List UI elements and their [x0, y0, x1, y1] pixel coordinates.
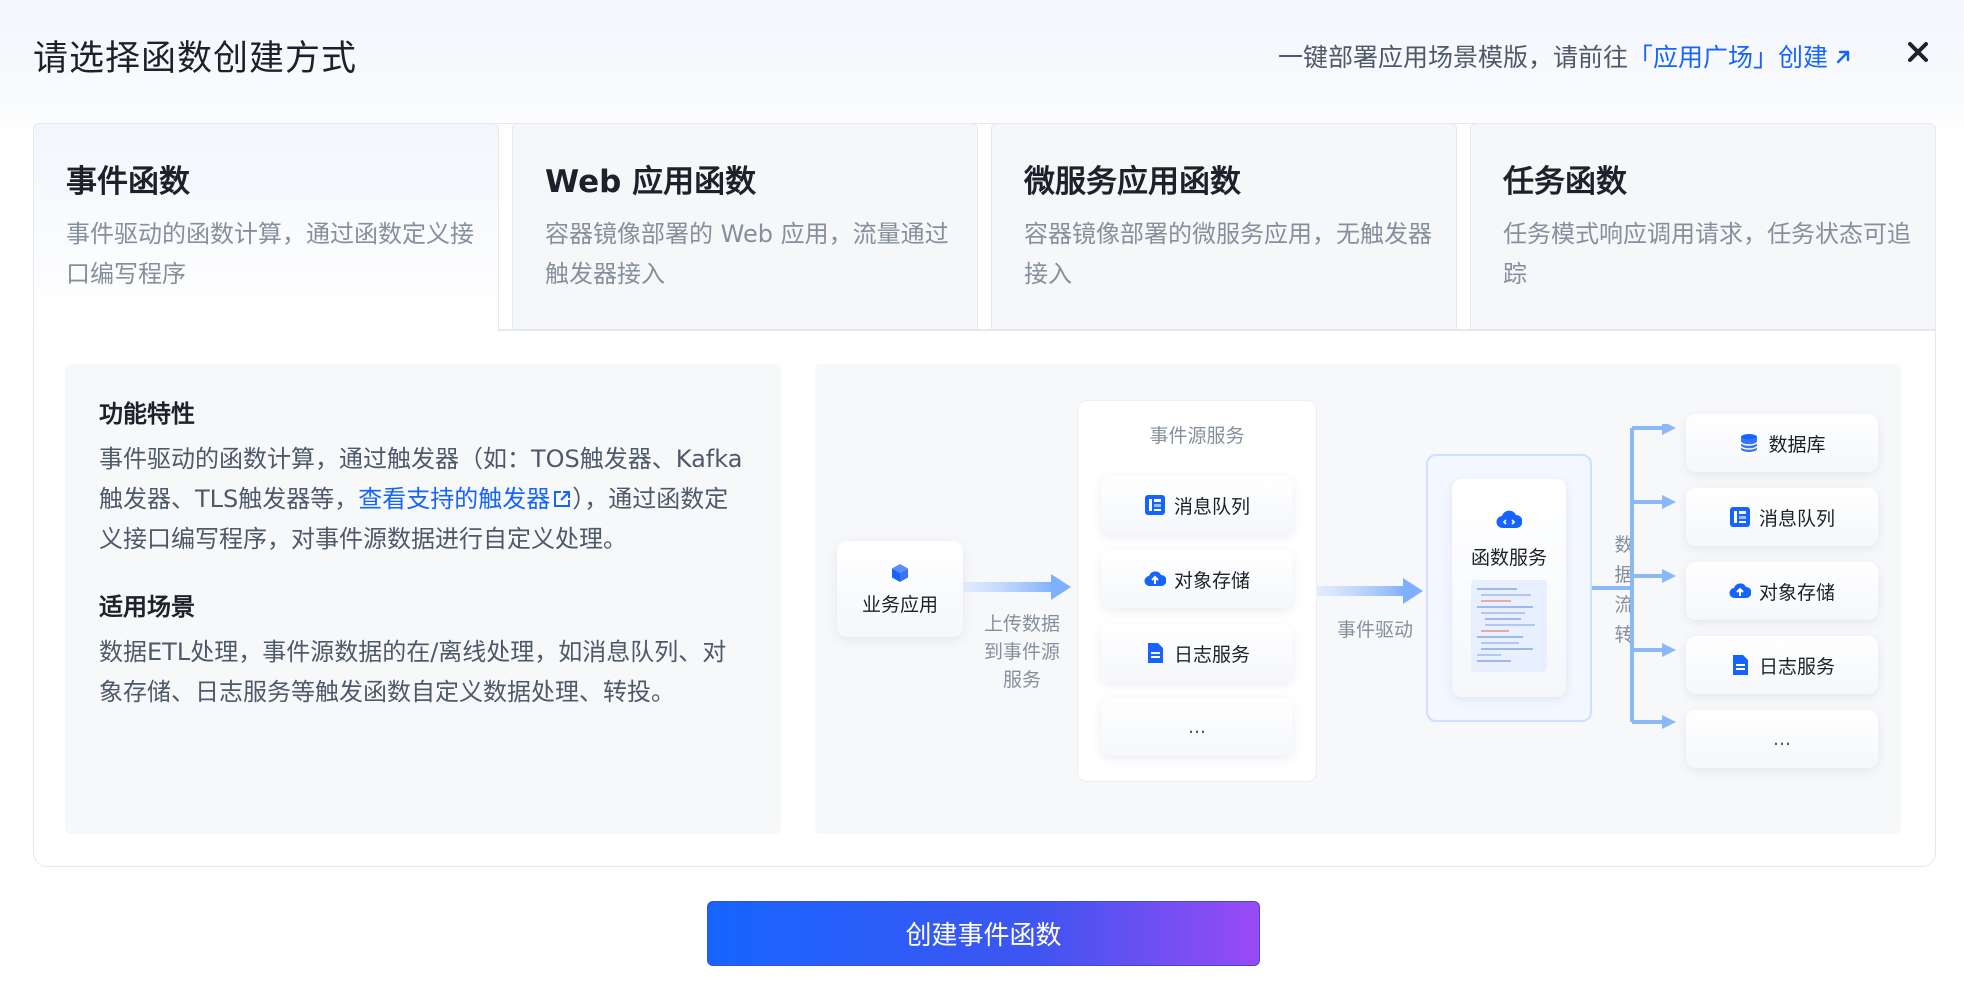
target-log-service: 日志服务 [1686, 636, 1878, 694]
tab-title: 微服务应用函数 [1024, 164, 1241, 200]
tab-title: Web 应用函数 [545, 164, 757, 200]
target-more: ... [1686, 710, 1878, 768]
scenarios-text: 数据ETL处理，事件源数据的在/离线处理，如消息队列、对象存储、日志服务等触发函… [99, 638, 727, 706]
create-event-function-button[interactable]: 创建事件函数 [707, 901, 1260, 966]
event-source-group-title: 事件源服务 [1149, 425, 1245, 447]
source-message-queue: 消息队列 [1101, 476, 1293, 534]
target-label: 对象存储 [1758, 581, 1835, 604]
tab-description: 容器镜像部署的微服务应用，无触发器接入 [1024, 220, 1432, 288]
code-preview-icon [1471, 580, 1547, 672]
source-log-service: 日志服务 [1101, 624, 1293, 682]
source-label: ... [1187, 716, 1207, 738]
target-database: 数据库 [1686, 414, 1878, 472]
target-label: 数据库 [1768, 433, 1826, 456]
tab-task-function[interactable]: 任务函数 任务模式响应调用请求，任务状态可追踪 [1470, 123, 1936, 330]
tab-description: 任务模式响应调用请求，任务状态可追踪 [1503, 220, 1911, 288]
source-object-storage: 对象存储 [1101, 550, 1293, 608]
database-icon [1740, 434, 1759, 452]
features-text: 事件驱动的函数计算，通过触发器（如：TOS触发器、Kafka触发器、TLS触发器… [99, 439, 747, 559]
cube-icon [892, 563, 908, 582]
business-app-label: 业务应用 [861, 593, 938, 616]
supported-triggers-link[interactable]: 查看支持的触发器 [358, 485, 572, 513]
cloud-upload-icon [1729, 583, 1751, 599]
function-service-node: 函数服务 [1452, 479, 1566, 697]
template-hint-text: 一键部署应用场景模版，请前往 [1277, 43, 1628, 72]
upload-label: 上传数据 到事件源 服务 [967, 610, 1077, 694]
tab-event-function[interactable]: 事件函数 事件驱动的函数计算，通过函数定义接口编写程序 [33, 123, 499, 332]
source-label: 消息队列 [1173, 495, 1250, 518]
tab-title: 任务函数 [1503, 164, 1627, 200]
tab-web-app-function[interactable]: Web 应用函数 容器镜像部署的 Web 应用，流量通过触发器接入 [512, 123, 978, 330]
event-driven-label: 事件驱动 [1336, 619, 1413, 641]
message-queue-icon [1144, 495, 1165, 515]
feature-description: 功能特性 事件驱动的函数计算，通过触发器（如：TOS触发器、Kafka触发器、T… [65, 364, 781, 834]
tab-divider [498, 329, 1935, 331]
tab-description: 容器镜像部署的 Web 应用，流量通过触发器接入 [545, 220, 949, 288]
target-object-storage: 对象存储 [1686, 562, 1878, 620]
dialog-title: 请选择函数创建方式 [33, 39, 358, 79]
business-app-node: 业务应用 [837, 541, 963, 637]
arrow-right-icon [963, 574, 1071, 600]
label-line: 上传数据 [983, 613, 1060, 635]
tab-title: 事件函数 [66, 164, 190, 200]
arrow-right-icon [1317, 578, 1423, 604]
source-label: 日志服务 [1173, 643, 1250, 666]
label-line: 服务 [1002, 669, 1041, 691]
cloud-function-icon [1496, 510, 1522, 529]
supported-triggers-link-label: 查看支持的触发器 [358, 485, 551, 513]
arrow-up-right-icon [1836, 50, 1850, 64]
architecture-diagram: 业务应用 上传数据 到事件源 服务 事件源服务 消息队列 对象存储 日志服务 .… [815, 364, 1901, 834]
target-message-queue: 消息队列 [1686, 488, 1878, 546]
target-label: 日志服务 [1758, 655, 1835, 678]
app-square-link-label: 「应用广场」创建 [1627, 43, 1828, 72]
target-label: 消息队列 [1758, 507, 1835, 530]
app-square-link[interactable]: 「应用广场」创建 [1628, 43, 1854, 72]
template-hint: 一键部署应用场景模版，请前往「应用广场」创建 [1278, 38, 1854, 74]
fan-out-connector [1592, 424, 1676, 729]
source-more: ... [1101, 698, 1293, 756]
tab-microservice-function[interactable]: 微服务应用函数 容器镜像部署的微服务应用，无触发器接入 [991, 123, 1457, 330]
create-function-dialog: 请选择函数创建方式 一键部署应用场景模版，请前往「应用广场」创建 事件函数 事件… [0, 0, 1964, 996]
source-label: 对象存储 [1173, 569, 1250, 592]
target-label: ... [1772, 728, 1792, 750]
cloud-upload-icon [1144, 571, 1166, 587]
document-icon [1732, 655, 1748, 675]
external-link-icon [554, 491, 571, 507]
tab-description: 事件驱动的函数计算，通过函数定义接口编写程序 [66, 220, 474, 288]
message-queue-icon [1729, 507, 1750, 527]
document-icon [1147, 643, 1163, 663]
features-heading: 功能特性 [99, 400, 195, 428]
close-icon[interactable] [1904, 38, 1932, 66]
label-line: 到事件源 [983, 641, 1060, 663]
function-service-label: 函数服务 [1470, 547, 1547, 569]
scenarios-heading: 适用场景 [99, 593, 195, 621]
